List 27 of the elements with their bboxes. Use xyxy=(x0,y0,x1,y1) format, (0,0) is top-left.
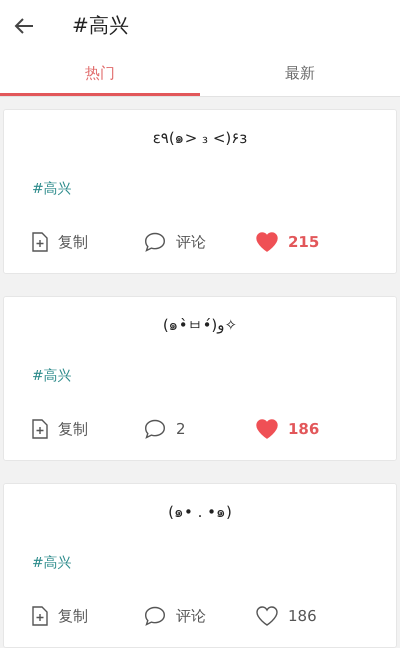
like-button[interactable]: 186 xyxy=(256,606,368,626)
back-arrow-icon xyxy=(14,16,34,35)
copy-button[interactable]: 复制 xyxy=(32,419,144,439)
speech-bubble-icon xyxy=(144,606,166,626)
hashtag-link[interactable]: #高兴 xyxy=(32,554,72,572)
kaomoji-text: (๑•̀ㅂ•́)و✧ xyxy=(162,315,238,336)
heart-icon xyxy=(256,232,278,252)
hashtag-link[interactable]: #高兴 xyxy=(32,180,72,198)
file-plus-icon xyxy=(32,419,48,439)
heart-icon xyxy=(256,419,278,439)
speech-bubble-icon xyxy=(144,232,166,252)
copy-button[interactable]: 复制 xyxy=(32,232,144,252)
kaomoji-text: (๑• . •๑) xyxy=(168,502,232,523)
speech-bubble-icon xyxy=(144,419,166,439)
page-title: #高兴 xyxy=(72,12,129,40)
file-plus-icon xyxy=(32,606,48,626)
kaomoji-text: ε٩(๑> ₃ <)۶з xyxy=(152,128,248,149)
file-plus-icon xyxy=(32,232,48,252)
like-button[interactable]: 186 xyxy=(256,419,368,439)
comment-button[interactable]: 评论 xyxy=(144,606,256,626)
comment-button[interactable]: 2 xyxy=(144,419,256,439)
hashtag-link[interactable]: #高兴 xyxy=(32,367,72,385)
comment-button[interactable]: 评论 xyxy=(144,232,256,252)
like-button[interactable]: 215 xyxy=(256,232,368,252)
copy-button[interactable]: 复制 xyxy=(32,606,144,626)
heart-icon xyxy=(256,606,278,626)
tab[interactable]: 最新 xyxy=(200,51,400,96)
